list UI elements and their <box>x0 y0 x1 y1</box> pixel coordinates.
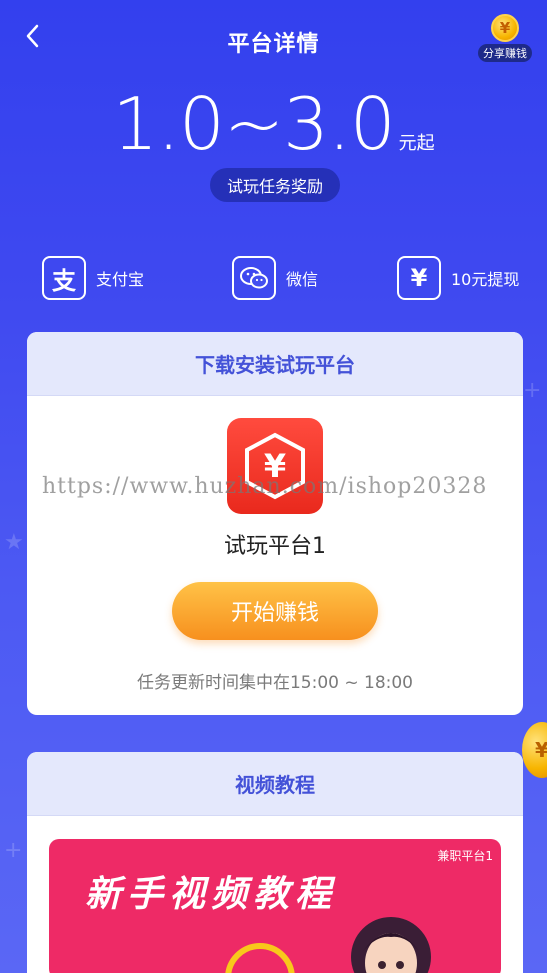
avatar <box>351 917 431 973</box>
card-heading: 视频教程 <box>27 752 523 816</box>
reward-amount-unit: 元起 <box>398 133 435 154</box>
star-icon: ★ <box>4 530 24 555</box>
feature-label: 支付宝 <box>96 270 145 289</box>
wechat-icon <box>232 256 276 300</box>
coin-icon: ¥ <box>522 722 547 778</box>
task-time-note: 任务更新时间集中在15:00 ~ 18:00 <box>136 673 414 693</box>
payout-features: 支 支付宝 微信 ¥ 10元提现 <box>0 256 547 302</box>
feature-label: 微信 <box>286 270 319 289</box>
reward-pill: 试玩任务奖励 <box>210 168 340 202</box>
alipay-icon: 支 <box>42 256 86 300</box>
header-bar: 平台详情 ¥ 分享赚钱 <box>0 0 547 80</box>
feature-wechat: 微信 <box>232 256 318 300</box>
share-earn-button[interactable]: ¥ 分享赚钱 <box>477 14 533 62</box>
video-card: 视频教程 兼职平台1 新手视频教程 <box>27 752 523 973</box>
reward-amount-value: 1.0~3.0 <box>112 82 395 166</box>
sparkle-icon: + <box>4 838 23 863</box>
video-tag: 兼职平台1 <box>437 849 493 863</box>
video-title: 新手视频教程 <box>85 873 338 915</box>
reward-amount: 1.0~3.0 元起 <box>0 82 547 166</box>
play-icon[interactable] <box>225 943 295 973</box>
card-heading: 下载安装试玩平台 <box>27 332 523 396</box>
watermark: https://www.huzhan.com/ishop20328 <box>42 474 488 499</box>
start-earning-button[interactable]: 开始赚钱 <box>172 582 378 640</box>
feature-alipay: 支 支付宝 <box>42 256 144 300</box>
coin-icon: ¥ <box>491 14 519 42</box>
page-title: 平台详情 <box>227 32 320 57</box>
sparkle-icon: + <box>523 378 542 403</box>
app-name: 试玩平台1 <box>224 534 326 559</box>
share-label: 分享赚钱 <box>478 44 532 62</box>
feature-label: 10元提现 <box>451 270 520 289</box>
feature-withdraw: ¥ 10元提现 <box>397 256 519 300</box>
video-thumbnail[interactable]: 兼职平台1 新手视频教程 <box>49 839 501 973</box>
download-card: 下载安装试玩平台 ¥ 试玩平台1 开始赚钱 任务更新时间集中在15:00 ~ 1… <box>27 332 523 715</box>
yuan-icon: ¥ <box>397 256 441 300</box>
app-icon[interactable]: ¥ <box>227 418 323 514</box>
